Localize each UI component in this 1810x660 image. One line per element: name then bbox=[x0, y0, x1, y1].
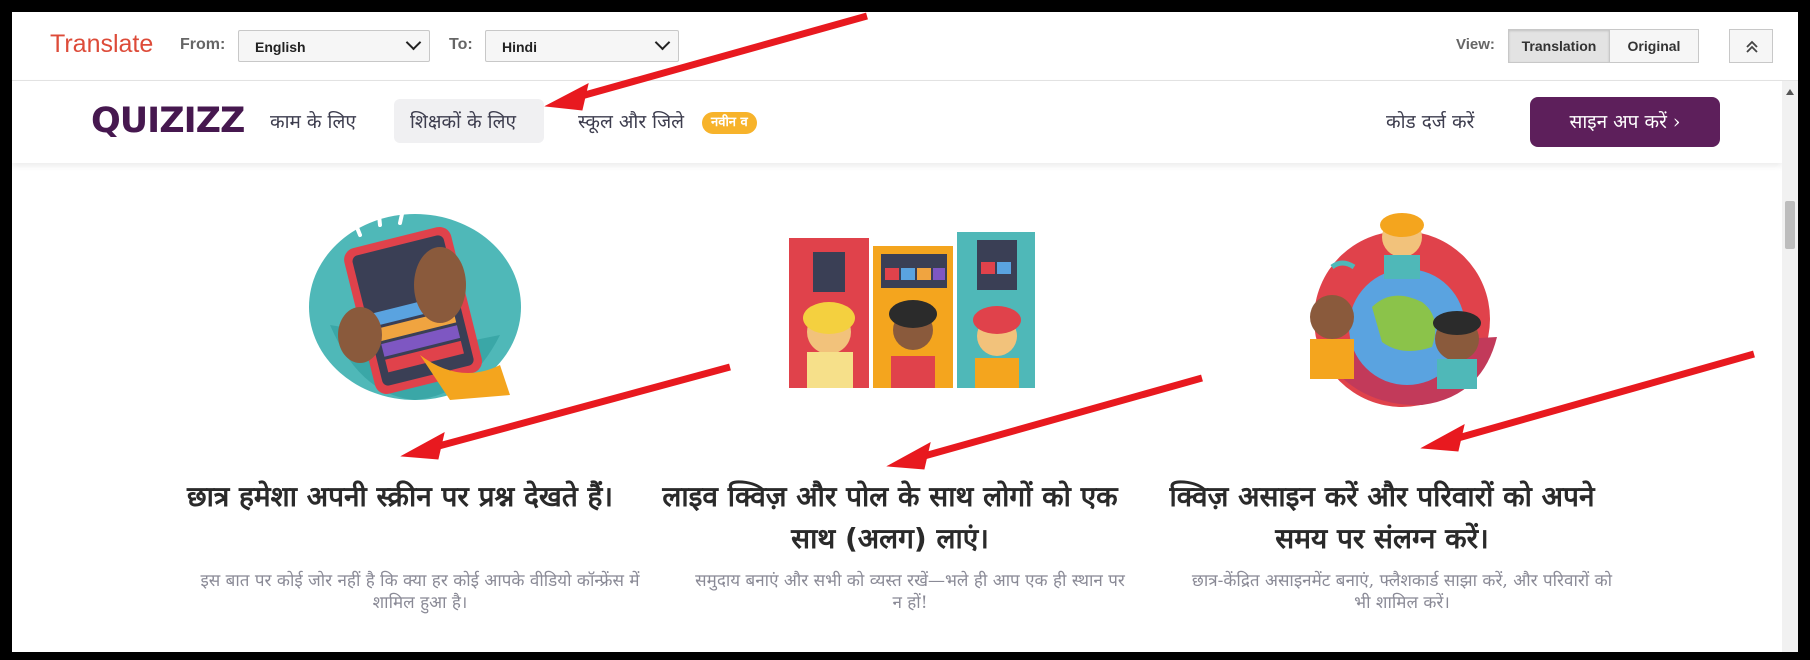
annotation-arrowhead-1 bbox=[544, 83, 589, 111]
annotation-arrowhead-2 bbox=[400, 432, 445, 460]
screenshot-frame: Translate From: English To: Hindi View: … bbox=[12, 12, 1798, 652]
annotation-arrowhead-3 bbox=[886, 442, 931, 470]
annotation-arrow-3 bbox=[909, 374, 1203, 464]
annotation-arrows bbox=[400, 12, 1755, 470]
annotation-arrow-1 bbox=[566, 12, 868, 104]
annotation-arrow-2 bbox=[423, 363, 731, 454]
annotation-arrow-4 bbox=[1443, 350, 1755, 446]
annotation-arrowhead-4 bbox=[1420, 424, 1465, 452]
